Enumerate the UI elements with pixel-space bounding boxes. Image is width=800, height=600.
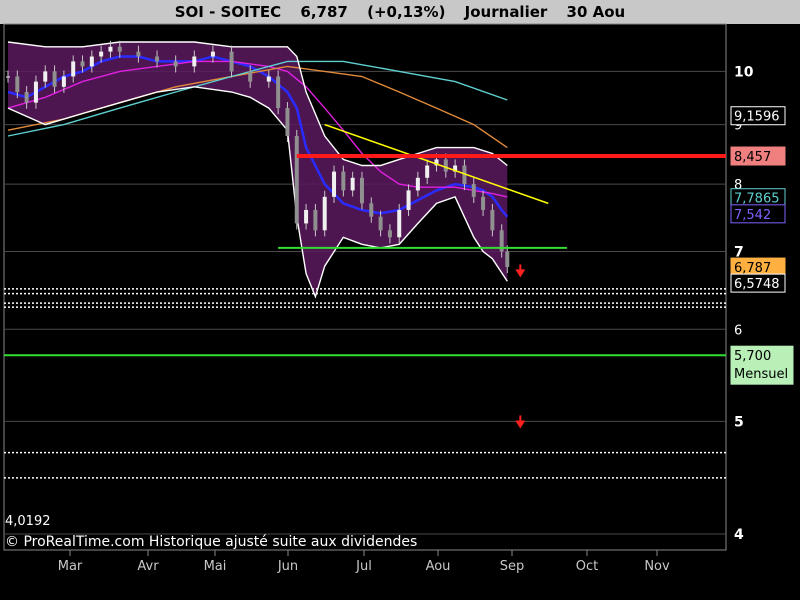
price-candle xyxy=(415,177,420,191)
x-tick-label: Aou xyxy=(426,559,451,574)
price-candle xyxy=(108,46,113,52)
x-tick-label: Avr xyxy=(137,559,159,574)
price-tag-label: 7,542 xyxy=(734,208,771,223)
price-candle xyxy=(71,61,76,77)
price-candle xyxy=(350,177,355,191)
price-candle xyxy=(304,209,309,224)
price-candle xyxy=(359,177,364,204)
price-candle xyxy=(80,61,85,67)
price-candle xyxy=(369,203,374,217)
price-candle xyxy=(471,184,476,197)
price-candle xyxy=(43,71,48,82)
price-tag-label: 6,5748 xyxy=(734,277,780,292)
price-candle xyxy=(443,159,448,172)
price-tag-sublabel: Mensuel xyxy=(734,367,788,382)
price-candle xyxy=(294,135,299,224)
price-candle xyxy=(378,216,383,231)
y-tick-label: 10 xyxy=(734,64,754,80)
y-tick-label: 6 xyxy=(734,323,742,338)
min-value-label: 4,0192 xyxy=(5,514,51,529)
price-chart[interactable]: Mar Avr Mai Jun Jul Aou Sep Oct Nov456789109,159… xyxy=(0,0,800,600)
price-candle xyxy=(6,76,10,78)
x-tick-label: Mar xyxy=(58,559,83,574)
price-candle xyxy=(117,46,122,52)
price-candle xyxy=(229,51,234,72)
price-candle xyxy=(210,51,215,57)
price-candle xyxy=(99,51,104,57)
price-tag-label: 9,1596 xyxy=(734,110,780,125)
price-tag-label: 8,457 xyxy=(734,150,771,165)
copyright-notice: © ProRealTime.com Historique ajusté suit… xyxy=(5,534,418,550)
price-candle xyxy=(155,56,160,62)
price-candle xyxy=(397,209,402,238)
x-tick-label: Sep xyxy=(500,559,525,574)
x-tick-label: Jun xyxy=(277,559,298,574)
price-candle xyxy=(192,56,197,67)
price-candle xyxy=(332,171,337,197)
price-candle xyxy=(89,56,94,67)
price-candle xyxy=(15,76,20,93)
x-tick-label: Oct xyxy=(576,559,598,574)
price-candle xyxy=(285,108,290,136)
price-candle xyxy=(248,71,253,82)
y-tick-label: 5 xyxy=(734,414,744,430)
y-tick-label: 4 xyxy=(734,527,744,543)
price-candle xyxy=(505,251,510,268)
x-tick-label: Jul xyxy=(355,559,372,574)
price-candle xyxy=(481,196,486,210)
x-tick-label: Mai xyxy=(204,559,227,574)
price-candle xyxy=(266,76,271,82)
price-candle xyxy=(313,209,318,231)
price-candle xyxy=(276,76,281,109)
price-candle xyxy=(136,51,141,57)
price-tag-label: 5,700 xyxy=(734,349,771,364)
price-candle xyxy=(341,171,346,191)
price-candle xyxy=(52,71,57,87)
price-candle xyxy=(173,61,178,67)
price-candle xyxy=(387,230,392,238)
price-candle xyxy=(490,209,495,231)
price-candle xyxy=(425,165,430,178)
price-candle xyxy=(322,196,327,231)
price-candle xyxy=(24,92,29,103)
x-tick-label: Nov xyxy=(644,559,670,574)
price-candle xyxy=(33,81,38,103)
price-candle xyxy=(61,76,66,87)
price-candle xyxy=(406,190,411,210)
